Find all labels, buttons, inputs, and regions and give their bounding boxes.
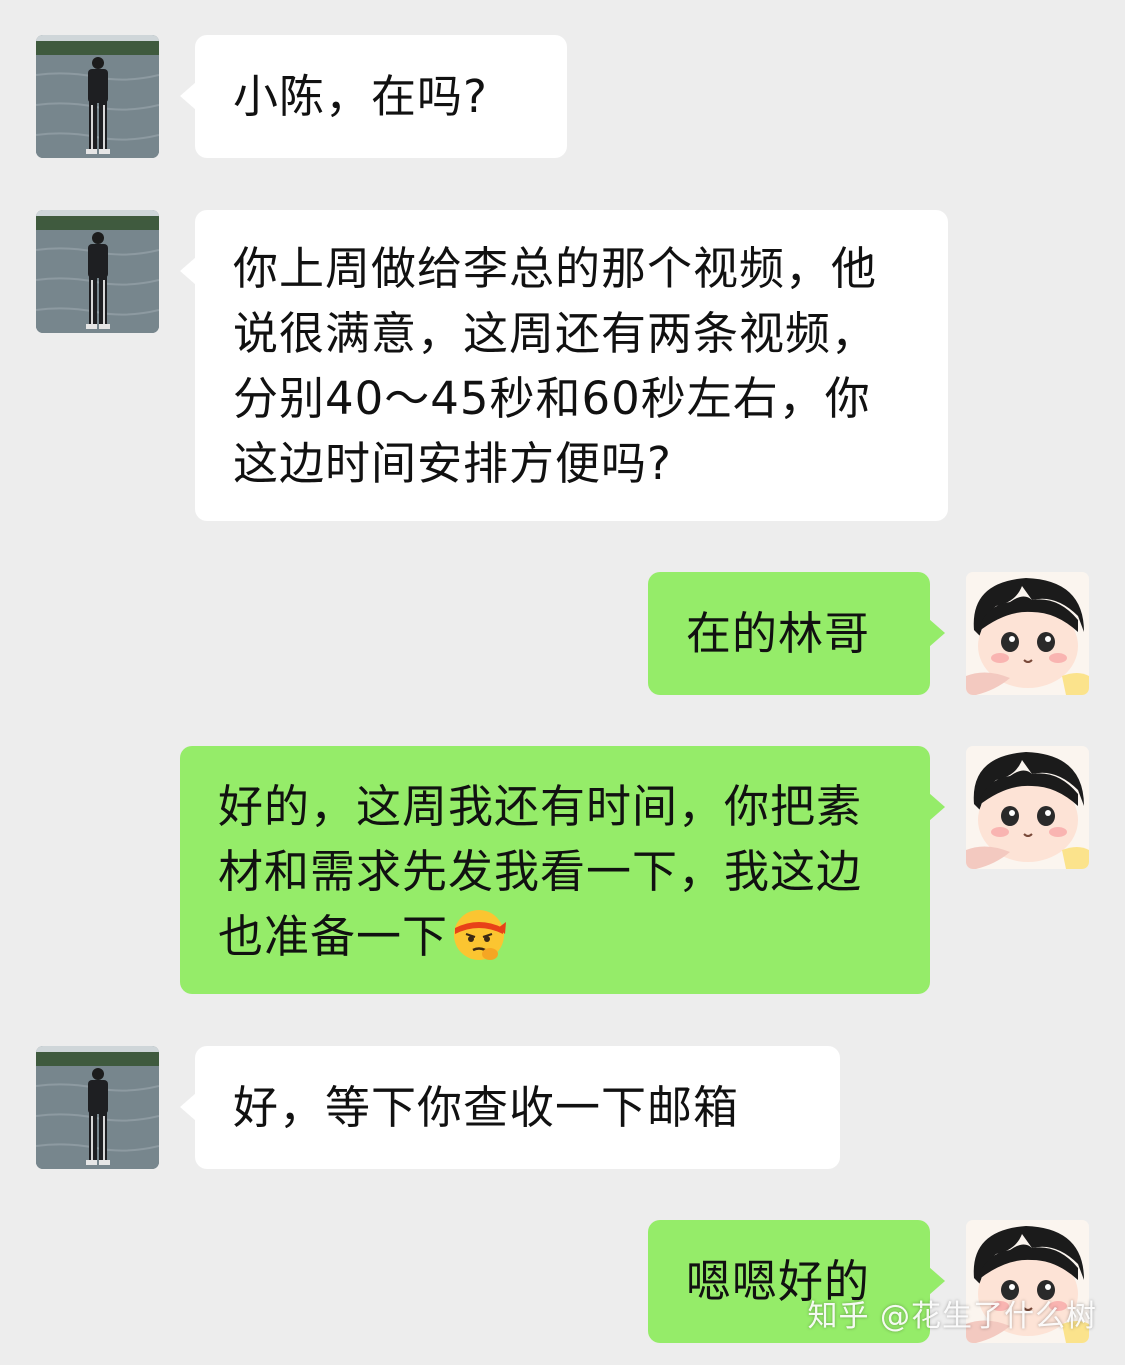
cartoon-boy-avatar-icon [966, 746, 1089, 869]
my-avatar[interactable] [966, 572, 1089, 695]
contact-avatar[interactable] [36, 35, 159, 158]
man-by-river-avatar-icon [36, 1046, 159, 1169]
message-bubble-incoming[interactable]: 你上周做给李总的那个视频，他说很满意，这周还有两条视频，分别40～45秒和60秒… [180, 210, 948, 521]
determined-headband-emoji-icon [450, 904, 508, 962]
man-by-river-avatar-icon [36, 210, 159, 333]
contact-avatar[interactable] [36, 210, 159, 333]
message-bubble-outgoing[interactable]: 在的林哥 [648, 572, 945, 695]
contact-avatar[interactable] [36, 1046, 159, 1169]
message-bubble-incoming[interactable]: 小陈，在吗? [180, 35, 567, 158]
message-text: 在的林哥 [686, 607, 871, 660]
cartoon-boy-avatar-icon [966, 572, 1089, 695]
man-by-river-avatar-icon [36, 35, 159, 158]
chat-area: 小陈，在吗? 你上周做给李总的那个视频，他说很满意，这周还有两条视频，分别40～… [0, 0, 1125, 1365]
message-text: 好的，这周我还有时间，你把素材和需求先发我看一下，我这边也准备一下 [218, 780, 863, 963]
message-bubble-outgoing[interactable]: 好的，这周我还有时间，你把素材和需求先发我看一下，我这边也准备一下 [180, 746, 945, 994]
message-text: 好，等下你查收一下邮箱 [233, 1081, 740, 1134]
watermark: 知乎 @花生了什么树 [807, 1299, 1097, 1334]
message-bubble-incoming[interactable]: 好，等下你查收一下邮箱 [180, 1046, 840, 1169]
message-text: 小陈，在吗? [233, 70, 488, 123]
message-text: 你上周做给李总的那个视频，他说很满意，这周还有两条视频，分别40～45秒和60秒… [233, 242, 878, 490]
my-avatar[interactable] [966, 746, 1089, 869]
